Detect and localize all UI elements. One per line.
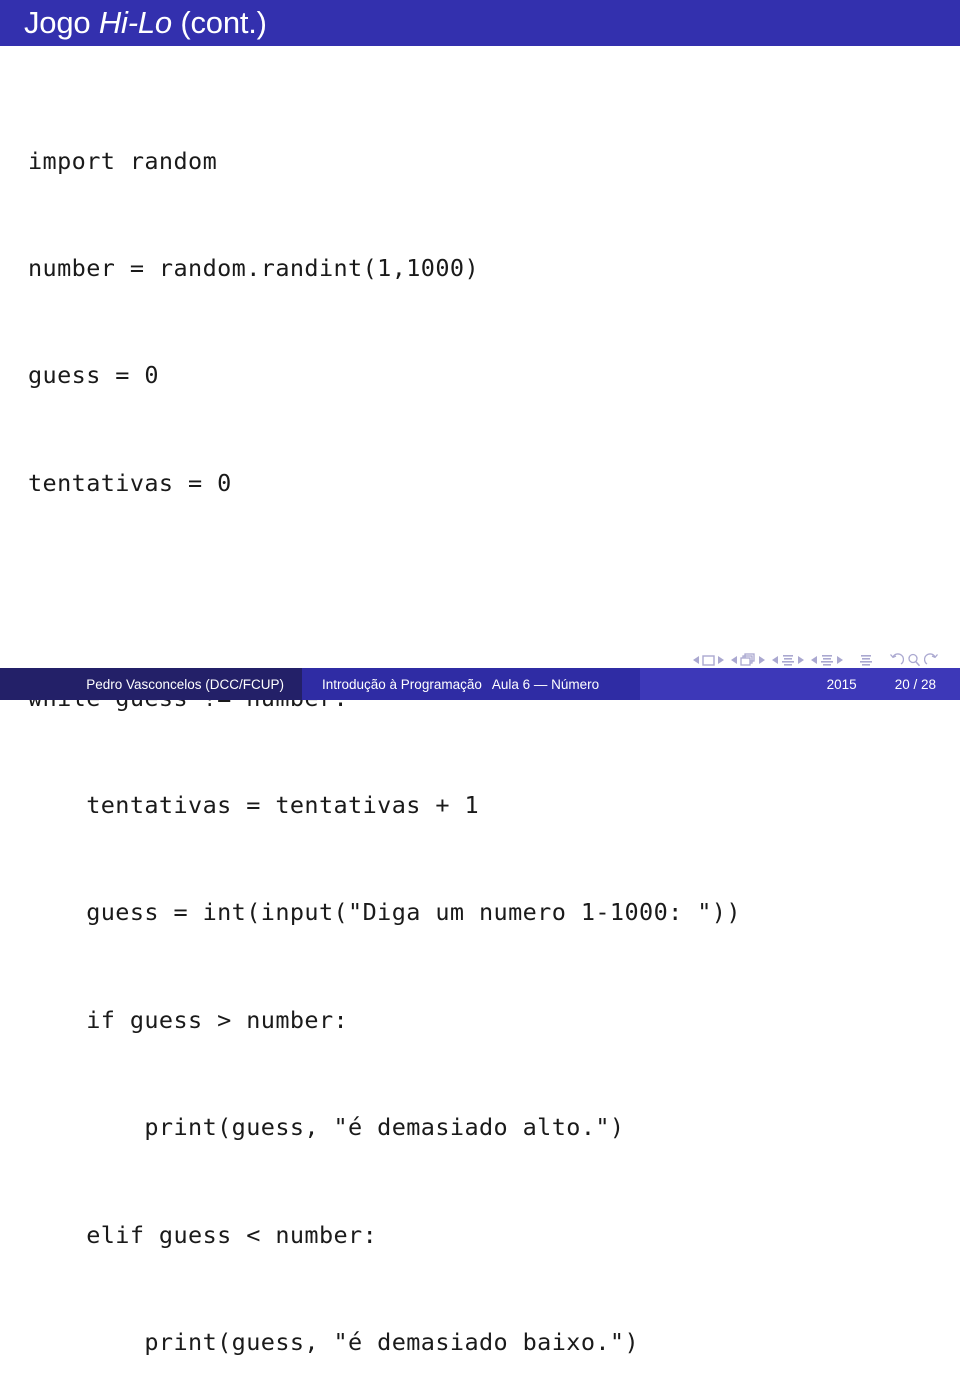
code-listing: import random number = random.randint(1,… — [28, 72, 938, 1400]
title-prefix: Jogo — [24, 5, 99, 40]
code-line: print(guess, "é demasiado alto.") — [28, 1113, 625, 1142]
code-line: elif guess < number: — [28, 1220, 378, 1249]
navigation-symbols[interactable] — [693, 653, 946, 667]
prev-slide-arrow-icon[interactable] — [693, 656, 699, 664]
slide-navigation-group[interactable] — [693, 654, 724, 666]
search-icon[interactable] — [907, 653, 921, 667]
forward-arrow-icon[interactable] — [924, 653, 939, 667]
history-navigation-group[interactable] — [889, 653, 939, 667]
footer-author: Pedro Vasconcelos (DCC/FCUP) — [0, 668, 302, 700]
back-arrow-icon[interactable] — [889, 653, 904, 667]
frame-navigation-group[interactable] — [731, 653, 765, 667]
slide-footer: Pedro Vasconcelos (DCC/FCUP) Introdução … — [0, 668, 960, 700]
prev-subsection-arrow-icon[interactable] — [772, 656, 778, 664]
code-line: guess = int(input("Diga um numero 1-1000… — [28, 898, 741, 927]
code-line: if guess > number: — [28, 1005, 349, 1034]
code-line: guess = 0 — [28, 361, 159, 390]
code-line: tentativas = tentativas + 1 — [28, 790, 479, 819]
code-line: tentativas = 0 — [28, 468, 232, 497]
subsection-navigation-group[interactable] — [772, 654, 804, 667]
prev-frame-arrow-icon[interactable] — [731, 656, 737, 664]
footer-lecture-label: Aula 6 — Número — [491, 676, 600, 692]
footer-author-label: Pedro Vasconcelos (DCC/FCUP) — [86, 676, 284, 692]
subsection-icon[interactable] — [781, 654, 795, 667]
code-line: number = random.randint(1,1000) — [28, 253, 479, 282]
footer-course-label: Introdução à Programação — [322, 676, 482, 692]
footer-year-label: 2015 — [826, 676, 857, 692]
page-title: Jogo Hi-Lo (cont.) — [24, 5, 267, 41]
title-emphasis: Hi-Lo — [98, 5, 172, 40]
footer-page-number: 20 / 28 — [894, 676, 936, 692]
slide-icon[interactable] — [702, 654, 715, 666]
frame-icon[interactable] — [740, 653, 756, 667]
section-icon[interactable] — [820, 654, 834, 667]
code-line: import random — [28, 146, 218, 175]
footer-meta: 2015 20 / 28 — [640, 668, 960, 700]
document-icon[interactable] — [859, 654, 873, 667]
document-navigation-group[interactable] — [859, 654, 873, 667]
next-slide-arrow-icon[interactable] — [718, 656, 724, 664]
next-frame-arrow-icon[interactable] — [759, 656, 765, 664]
next-section-arrow-icon[interactable] — [837, 656, 843, 664]
prev-section-arrow-icon[interactable] — [811, 656, 817, 664]
code-line: print(guess, "é demasiado baixo.") — [28, 1327, 640, 1356]
next-subsection-arrow-icon[interactable] — [798, 656, 804, 664]
presentation-slide: Jogo Hi-Lo (cont.) import random number … — [0, 0, 960, 1356]
slide-title-bar: Jogo Hi-Lo (cont.) — [0, 0, 960, 46]
footer-course-title: Introdução à Programação Aula 6 — Número — [302, 668, 640, 700]
section-navigation-group[interactable] — [811, 654, 843, 667]
title-suffix: (cont.) — [171, 5, 267, 40]
